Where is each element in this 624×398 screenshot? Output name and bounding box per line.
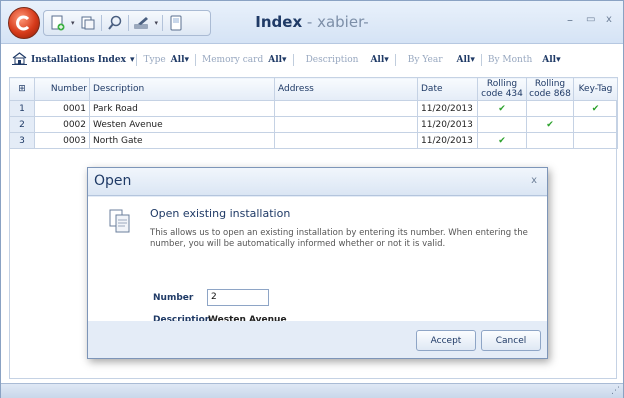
home-icon[interactable] — [12, 52, 27, 68]
check-icon[interactable] — [573, 116, 618, 133]
dialog-footer: Accept Cancel — [88, 321, 547, 358]
row-number[interactable]: 1 — [9, 100, 35, 117]
filter-separator — [394, 54, 396, 66]
dialog-close-button[interactable]: x — [531, 175, 537, 186]
open-dialog: Open x Open existing installation This a… — [87, 167, 548, 359]
cell-number[interactable]: 0001 — [34, 100, 90, 117]
minimize-button[interactable]: – — [567, 13, 573, 27]
window-title-separator: - — [302, 13, 318, 31]
column-header-rolling-code-434[interactable]: Rolling code 434 — [477, 77, 527, 101]
cell-address[interactable] — [274, 100, 418, 117]
cell-number[interactable]: 0002 — [34, 116, 90, 133]
table-row[interactable]: 3 0003 North Gate 11/20/2013 ✔ — [9, 132, 618, 149]
filter-year-dropdown[interactable]: All▾ — [457, 55, 475, 65]
cell-date[interactable]: 11/20/2013 — [417, 116, 478, 133]
column-header-key-tag[interactable]: Key-Tag — [573, 77, 618, 101]
resize-grip-icon[interactable]: ⋰ — [611, 386, 620, 396]
cell-description[interactable]: Westen Avenue — [89, 116, 275, 133]
open-documents-icon — [108, 208, 132, 237]
column-header-address[interactable]: Address — [274, 77, 418, 101]
cell-number[interactable]: 0003 — [34, 132, 90, 149]
check-icon[interactable] — [526, 100, 574, 117]
filter-separator — [136, 54, 138, 66]
installations-grid: ⊞ Number Description Address Date Rollin… — [9, 77, 618, 149]
cell-date[interactable]: 11/20/2013 — [417, 132, 478, 149]
filter-memory-card-dropdown[interactable]: All▾ — [268, 55, 286, 65]
check-icon[interactable] — [477, 116, 527, 133]
check-icon[interactable]: ✔ — [477, 100, 527, 117]
index-selector[interactable]: Installations Index — [31, 55, 126, 65]
column-header-date[interactable]: Date — [417, 77, 478, 101]
window-title: Index - xabier- — [1, 13, 623, 31]
column-header-number[interactable]: Number — [34, 77, 90, 101]
filter-separator — [195, 54, 197, 66]
accept-button[interactable]: Accept — [416, 330, 476, 351]
filter-separator — [292, 54, 294, 66]
filter-year-label: By Year — [407, 55, 443, 65]
filter-separator — [480, 54, 482, 66]
filter-description-label: Description — [305, 55, 359, 65]
filter-bar: Installations Index ▾ Type All▾ Memory c… — [1, 48, 623, 72]
number-input[interactable]: 2 — [207, 289, 269, 306]
filter-month-label: By Month — [487, 55, 533, 65]
close-button[interactable]: x — [606, 14, 612, 25]
check-icon[interactable] — [526, 132, 574, 149]
main-window: ▾ ▾ Index - xabier- – ▭ x Installations … — [0, 0, 624, 398]
row-number[interactable]: 2 — [9, 116, 35, 133]
filter-type-dropdown[interactable]: All▾ — [171, 55, 189, 65]
table-row[interactable]: 2 0002 Westen Avenue 11/20/2013 ✔ — [9, 116, 618, 133]
cell-address[interactable] — [274, 116, 418, 133]
cancel-button[interactable]: Cancel — [481, 330, 541, 351]
title-bar: ▾ ▾ Index - xabier- – ▭ x — [1, 1, 623, 44]
dialog-heading: Open existing installation — [150, 207, 291, 220]
grid-corner[interactable]: ⊞ — [9, 77, 35, 101]
maximize-button[interactable]: ▭ — [586, 14, 595, 25]
filter-month-dropdown[interactable]: All▾ — [542, 55, 560, 65]
filter-description-dropdown[interactable]: All▾ — [370, 55, 388, 65]
dialog-title: Open — [94, 173, 132, 189]
cell-description[interactable]: Park Road — [89, 100, 275, 117]
number-label: Number — [153, 293, 194, 303]
check-icon[interactable]: ✔ — [573, 100, 618, 117]
filter-type-label: Type — [143, 55, 166, 65]
dialog-title-bar: Open x — [88, 168, 547, 196]
window-title-user: xabier- — [317, 13, 369, 31]
dialog-description: This allows us to open an existing insta… — [150, 228, 528, 249]
index-dropdown-arrow[interactable]: ▾ — [130, 55, 135, 65]
cell-description[interactable]: North Gate — [89, 132, 275, 149]
grid-layout-icon: ⊞ — [18, 83, 26, 94]
filter-memory-card-label: Memory card — [202, 55, 264, 65]
column-header-description[interactable]: Description — [89, 77, 275, 101]
cell-date[interactable]: 11/20/2013 — [417, 100, 478, 117]
check-icon[interactable] — [573, 132, 618, 149]
window-title-main: Index — [255, 13, 303, 31]
table-row[interactable]: 1 0001 Park Road 11/20/2013 ✔ ✔ — [9, 100, 618, 117]
cell-address[interactable] — [274, 132, 418, 149]
check-icon[interactable]: ✔ — [477, 132, 527, 149]
dialog-body: Open existing installation This allows u… — [88, 197, 547, 325]
column-header-rolling-code-868[interactable]: Rolling code 868 — [526, 77, 574, 101]
status-bar: ⋰ — [1, 383, 623, 398]
check-icon[interactable]: ✔ — [526, 116, 574, 133]
row-number[interactable]: 3 — [9, 132, 35, 149]
